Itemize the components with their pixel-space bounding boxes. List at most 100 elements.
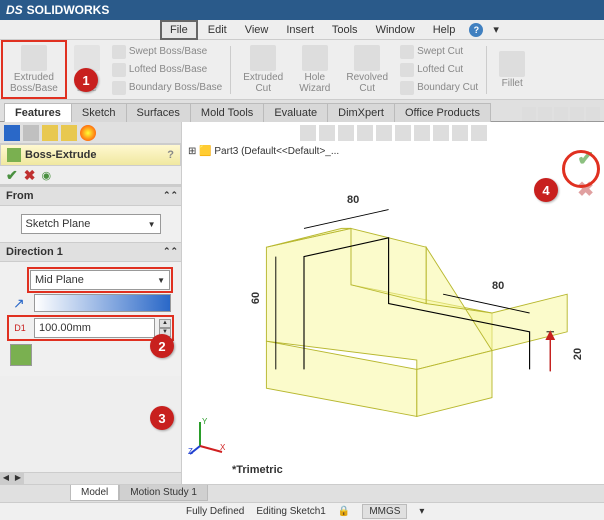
- ok-check-icon[interactable]: ✔: [6, 167, 18, 184]
- cancel-x-icon[interactable]: ✖: [24, 167, 36, 184]
- menu-insert[interactable]: Insert: [278, 22, 322, 38]
- dimxpert-manager-icon[interactable]: [61, 125, 77, 141]
- ribbon: Extruded Boss/Base 1 d B se Swept Boss/B…: [0, 40, 604, 100]
- section-view-icon[interactable]: [357, 125, 373, 141]
- tab-icon[interactable]: [554, 107, 568, 121]
- svg-text:X: X: [220, 443, 226, 452]
- distance-icon: D1: [10, 320, 30, 336]
- tab-icon[interactable]: [522, 107, 536, 121]
- doc-tab-motion[interactable]: Motion Study 1: [119, 485, 208, 501]
- display-manager-icon[interactable]: [80, 125, 96, 141]
- draft-button[interactable]: [10, 344, 32, 366]
- extruded-cut-button[interactable]: Extruded Cut: [237, 43, 289, 96]
- menu-tools[interactable]: Tools: [324, 22, 366, 38]
- direction-color-box[interactable]: [34, 294, 171, 312]
- help-question-icon[interactable]: ?: [167, 149, 174, 161]
- zoom-fit-icon[interactable]: [300, 125, 316, 141]
- help-icon[interactable]: ?: [469, 23, 483, 37]
- revolved-cut-button[interactable]: Revolved Cut: [340, 43, 394, 96]
- fillet-icon: [499, 51, 525, 77]
- distance-input[interactable]: 100.00mm: [34, 318, 155, 338]
- extruded-boss-icon: [21, 45, 47, 71]
- swept-cut-button[interactable]: Swept Cut: [398, 44, 480, 60]
- end-condition-value: Mid Plane: [35, 274, 84, 286]
- collapse-icon[interactable]: ⌃⌃: [163, 246, 175, 258]
- tab-dimxpert[interactable]: DimXpert: [327, 103, 395, 122]
- units-button[interactable]: MMGS: [362, 504, 407, 519]
- tab-surfaces[interactable]: Surfaces: [126, 103, 191, 122]
- tab-icon[interactable]: [570, 107, 584, 121]
- revolved-cut-label: Revolved Cut: [346, 72, 388, 94]
- callout-4: 4: [534, 178, 558, 202]
- dimension-60[interactable]: 60: [250, 292, 262, 304]
- extruded-cut-icon: [250, 45, 276, 71]
- tab-evaluate[interactable]: Evaluate: [263, 103, 328, 122]
- hole-wizard-button[interactable]: Hole Wizard: [293, 43, 336, 96]
- reverse-direction-icon[interactable]: ↗: [10, 294, 28, 312]
- status-dropdown-icon[interactable]: ▾: [419, 506, 424, 517]
- from-header-label: From: [6, 190, 34, 202]
- previous-view-icon[interactable]: [338, 125, 354, 141]
- tab-features[interactable]: Features: [4, 103, 72, 122]
- from-select[interactable]: Sketch Plane ▼: [21, 214, 161, 234]
- feature-title-bar: Boss-Extrude ?: [0, 144, 181, 166]
- fillet-button[interactable]: Fillet: [493, 49, 531, 91]
- status-icon[interactable]: 🔒: [338, 506, 350, 517]
- view-orientation-icon[interactable]: [376, 125, 392, 141]
- flyout-tree[interactable]: ⊞ 🟨 Part3 (Default<<Default>_...: [182, 144, 604, 159]
- separator: [230, 46, 231, 94]
- distance-row: D1 100.00mm ▲ ▼: [10, 318, 171, 338]
- boundary-boss-button[interactable]: Boundary Boss/Base: [110, 80, 224, 96]
- edit-appearance-icon[interactable]: [433, 125, 449, 141]
- menu-view[interactable]: View: [237, 22, 277, 38]
- hide-show-icon[interactable]: [414, 125, 430, 141]
- scroll-left-icon[interactable]: ◀: [0, 473, 12, 485]
- dimension-80a[interactable]: 80: [347, 194, 359, 206]
- tab-icon[interactable]: [538, 107, 552, 121]
- config-manager-icon[interactable]: [42, 125, 58, 141]
- dimension-20[interactable]: 20: [572, 348, 584, 360]
- main-area: Boss-Extrude ? ✔ ✖ ◉ From ⌃⌃ Sketch Plan…: [0, 122, 604, 484]
- dimension-80b[interactable]: 80: [492, 280, 504, 292]
- lofted-boss-button[interactable]: Lofted Boss/Base: [110, 62, 224, 78]
- tab-sketch[interactable]: Sketch: [71, 103, 127, 122]
- lofted-boss-icon: [112, 63, 126, 77]
- display-style-icon[interactable]: [395, 125, 411, 141]
- extruded-boss-button[interactable]: Extruded Boss/Base: [4, 43, 64, 96]
- menu-edit[interactable]: Edit: [200, 22, 235, 38]
- detail-preview-icon[interactable]: ◉: [41, 169, 51, 182]
- apply-scene-icon[interactable]: [452, 125, 468, 141]
- direction-row: ↗: [10, 294, 171, 312]
- from-body: Sketch Plane ▼: [0, 206, 181, 242]
- svg-text:Y: Y: [202, 417, 208, 426]
- feature-manager-icon[interactable]: [4, 125, 20, 141]
- hole-wizard-icon: [302, 45, 328, 71]
- view-triad[interactable]: Y X Z: [188, 416, 228, 456]
- scroll-right-icon[interactable]: ▶: [12, 473, 24, 485]
- chevron-down-icon: ▼: [157, 276, 165, 285]
- callout-1: 1: [74, 68, 98, 92]
- view-settings-icon[interactable]: [471, 125, 487, 141]
- extruded-boss-label: Extruded Boss/Base: [10, 72, 58, 94]
- viewport[interactable]: ⊞ 🟨 Part3 (Default<<Default>_... ✔ ✖ 4: [182, 122, 604, 484]
- tab-close-icon[interactable]: [586, 107, 600, 121]
- zoom-area-icon[interactable]: [319, 125, 335, 141]
- swept-boss-button[interactable]: Swept Boss/Base: [110, 44, 224, 60]
- from-header[interactable]: From ⌃⌃: [0, 186, 181, 206]
- collapse-icon[interactable]: ⌃⌃: [163, 190, 175, 202]
- end-condition-select[interactable]: Mid Plane ▼: [30, 270, 170, 290]
- revolved-cut-icon: [354, 45, 380, 71]
- menu-window[interactable]: Window: [368, 22, 423, 38]
- separator: [486, 46, 487, 94]
- boundary-cut-button[interactable]: Boundary Cut: [398, 80, 480, 96]
- direction1-header[interactable]: Direction 1 ⌃⌃: [0, 242, 181, 262]
- tab-office-products[interactable]: Office Products: [394, 103, 491, 122]
- doc-tab-model[interactable]: Model: [70, 485, 119, 501]
- lofted-cut-button[interactable]: Lofted Cut: [398, 62, 480, 78]
- menu-dropdown-icon[interactable]: ▾: [485, 21, 507, 38]
- menu-help[interactable]: Help: [425, 22, 464, 38]
- menu-file[interactable]: File: [160, 20, 198, 40]
- spinner-up-icon[interactable]: ▲: [159, 319, 171, 328]
- property-manager-icon[interactable]: [23, 125, 39, 141]
- tab-mold-tools[interactable]: Mold Tools: [190, 103, 264, 122]
